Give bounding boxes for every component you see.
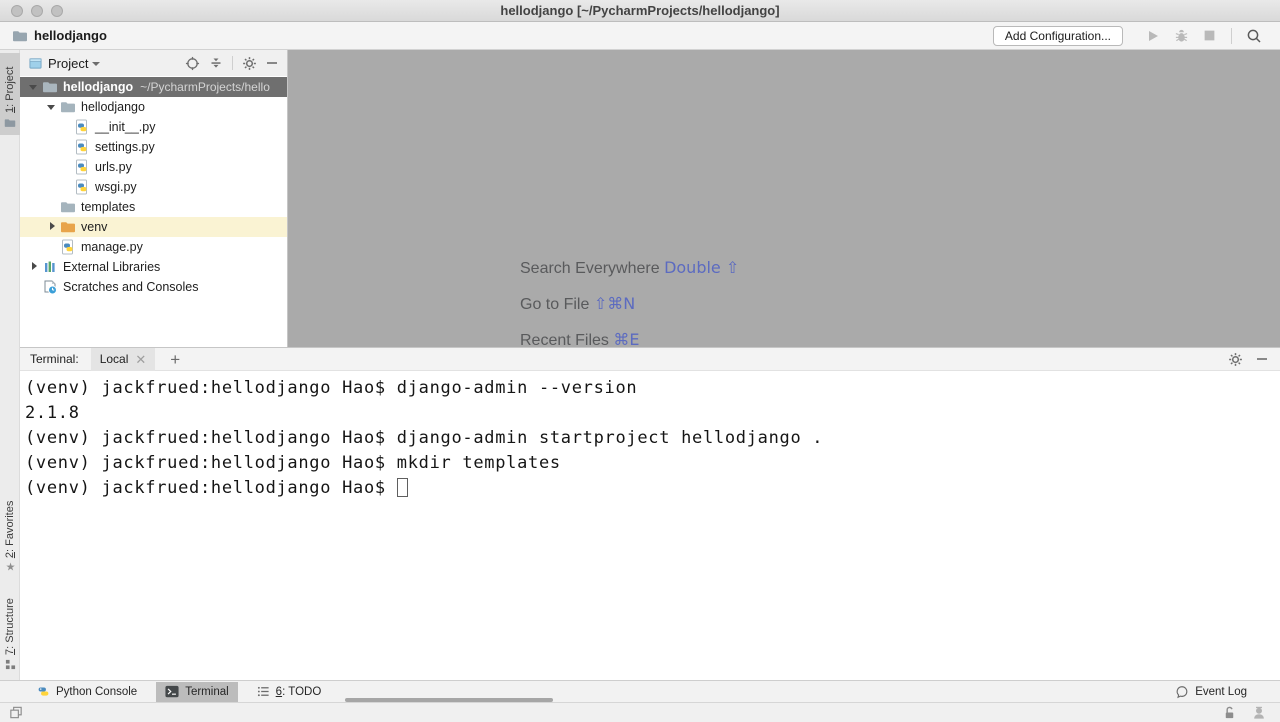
debug-icon[interactable] xyxy=(1173,28,1189,44)
terminal-prompt-line: (venv) jackfrued:hellodjango Hao$ xyxy=(25,478,1280,503)
window-titlebar: hellodjango [~/PycharmProjects/hellodjan… xyxy=(0,0,1280,22)
hint-label: Search Everywhere xyxy=(520,260,664,277)
venv-folder-icon xyxy=(60,219,76,235)
arrow-spacer xyxy=(46,201,58,213)
terminal-line: 2.1.8 xyxy=(25,403,1280,428)
tool-window-switcher-icon[interactable] xyxy=(8,705,24,720)
folder-icon xyxy=(60,199,76,215)
libraries-icon xyxy=(42,259,58,275)
tree-item-settings-py[interactable]: settings.py xyxy=(20,137,287,157)
terminal-line: (venv) jackfrued:hellodjango Hao$ django… xyxy=(25,428,1280,453)
python-icon xyxy=(37,685,50,698)
python-file-icon xyxy=(74,119,90,135)
gear-icon[interactable] xyxy=(242,56,257,71)
keymap-hints: Search Everywhere Double ⇧ Go to File ⇧⌘… xyxy=(520,258,739,347)
tree-item-external-libraries[interactable]: External Libraries xyxy=(20,257,287,277)
main-toolbar: hellodjango Add Configuration... xyxy=(0,22,1280,50)
close-icon[interactable]: ✕ xyxy=(135,353,146,366)
event-log-button[interactable]: Event Log xyxy=(1166,682,1256,702)
run-icon[interactable] xyxy=(1145,28,1161,44)
folder-icon xyxy=(60,99,76,115)
python-console-button[interactable]: Python Console xyxy=(28,682,146,702)
project-panel-header: Project xyxy=(20,50,287,76)
editor-area[interactable]: Search Everywhere Double ⇧ Go to File ⇧⌘… xyxy=(288,50,1280,347)
project-tool-window: Project xyxy=(20,50,288,347)
hint-label: Go to File xyxy=(520,296,594,313)
tree-item-project-root[interactable]: hellodjango ~/PycharmProjects/hello xyxy=(20,77,287,97)
hint-keys: ⌘E xyxy=(613,330,639,347)
workspace: 1: Project ★ 2: Favorites 7: Structure P… xyxy=(0,50,1280,680)
collapse-arrow-icon[interactable] xyxy=(28,261,40,273)
new-session-icon[interactable]: + xyxy=(170,351,180,368)
project-path: ~/PycharmProjects/hello xyxy=(140,80,270,94)
collapse-arrow-icon[interactable] xyxy=(46,221,58,233)
hint-keys: Double ⇧ xyxy=(664,258,739,277)
python-file-icon xyxy=(74,159,90,175)
header-divider xyxy=(232,56,233,70)
close-window-button[interactable] xyxy=(11,5,23,17)
toolbar-divider xyxy=(1231,28,1232,44)
terminal-settings-gear-icon[interactable] xyxy=(1228,352,1243,367)
tree-item-hellodjango-package[interactable]: hellodjango xyxy=(20,97,287,117)
status-bar xyxy=(0,702,1280,722)
tree-item-venv[interactable]: venv xyxy=(20,217,287,237)
stop-icon[interactable] xyxy=(1201,28,1217,44)
tree-item-manage-py[interactable]: manage.py xyxy=(20,237,287,257)
python-file-icon xyxy=(74,179,90,195)
todo-button[interactable]: 6: TODO xyxy=(248,682,331,702)
event-log-bubble-icon xyxy=(1175,685,1189,699)
lock-icon[interactable] xyxy=(1222,705,1237,720)
stripe-tab-project[interactable]: 1: Project xyxy=(0,53,20,135)
project-tree: hellodjango ~/PycharmProjects/hello hell… xyxy=(20,76,287,347)
terminal-tool-window: Terminal: Local ✕ + (venv) jackfrued:hel… xyxy=(20,347,1280,680)
terminal-button[interactable]: Terminal xyxy=(156,682,237,702)
terminal-line: (venv) jackfrued:hellodjango Hao$ django… xyxy=(25,378,1280,403)
arrow-spacer xyxy=(28,281,40,293)
terminal-header: Terminal: Local ✕ + xyxy=(20,347,1280,371)
project-tab-icon xyxy=(4,117,16,129)
terminal-output[interactable]: (venv) jackfrued:hellodjango Hao$ django… xyxy=(20,371,1280,680)
tree-item-init-py[interactable]: __init__.py xyxy=(20,117,287,137)
terminal-cursor xyxy=(397,478,408,497)
project-panel-title[interactable]: Project xyxy=(48,56,88,71)
add-configuration-button[interactable]: Add Configuration... xyxy=(993,26,1123,46)
hide-panel-icon[interactable] xyxy=(266,57,278,69)
left-tool-stripe: 1: Project ★ 2: Favorites 7: Structure xyxy=(0,50,20,680)
terminal-label: Terminal: xyxy=(30,352,79,366)
terminal-icon xyxy=(165,685,179,698)
tree-item-templates[interactable]: templates xyxy=(20,197,287,217)
window-title: hellodjango [~/PycharmProjects/hellodjan… xyxy=(0,0,1280,21)
collapse-all-icon[interactable] xyxy=(209,56,223,70)
structure-icon xyxy=(5,659,16,670)
tree-item-urls-py[interactable]: urls.py xyxy=(20,157,287,177)
tree-item-scratches[interactable]: Scratches and Consoles xyxy=(20,277,287,297)
project-view-icon xyxy=(29,57,42,70)
search-everywhere-icon[interactable] xyxy=(1246,28,1262,44)
hint-label: Recent Files xyxy=(520,332,613,347)
terminal-line: (venv) jackfrued:hellodjango Hao$ mkdir … xyxy=(25,453,1280,478)
scratches-icon xyxy=(42,279,58,295)
stripe-tab-structure[interactable]: 7: Structure xyxy=(0,590,20,676)
locate-file-icon[interactable] xyxy=(185,56,200,71)
stripe-tab-favorites[interactable]: ★ 2: Favorites xyxy=(0,486,20,578)
terminal-tab-local[interactable]: Local ✕ xyxy=(91,348,156,371)
python-file-icon xyxy=(60,239,76,255)
hint-keys: ⇧⌘N xyxy=(594,294,635,313)
minimize-window-button[interactable] xyxy=(31,5,43,17)
folder-icon xyxy=(42,79,58,95)
zoom-window-button[interactable] xyxy=(51,5,63,17)
expand-arrow-icon[interactable] xyxy=(46,101,58,113)
todo-list-icon xyxy=(257,685,270,698)
tool-window-bar: Python Console Terminal 6: TODO Event Lo… xyxy=(0,680,1280,702)
chevron-down-icon[interactable] xyxy=(92,62,100,66)
hector-inspections-icon[interactable] xyxy=(1252,705,1266,720)
hide-terminal-icon[interactable] xyxy=(1256,353,1268,365)
tree-item-wsgi-py[interactable]: wsgi.py xyxy=(20,177,287,197)
python-file-icon xyxy=(74,139,90,155)
expand-arrow-icon[interactable] xyxy=(28,81,40,93)
folder-icon xyxy=(12,28,28,44)
arrow-spacer xyxy=(46,241,58,253)
star-icon: ★ xyxy=(5,561,15,574)
breadcrumb[interactable]: hellodjango xyxy=(34,28,107,43)
